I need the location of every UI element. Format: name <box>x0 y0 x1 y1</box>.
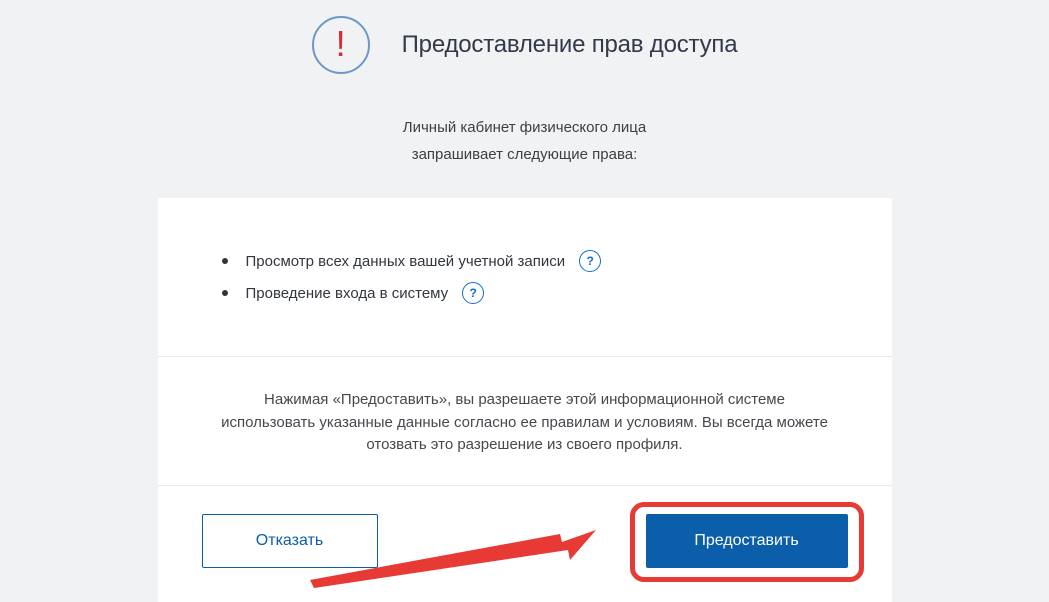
permission-text: Просмотр всех данных вашей учетной запис… <box>246 253 566 270</box>
actions-row: Отказать Предоставить <box>158 486 892 602</box>
help-icon[interactable]: ? <box>462 282 484 304</box>
subtitle: Личный кабинет физического лица запрашив… <box>0 114 1049 168</box>
permissions-list: Просмотр всех данных вашей учетной запис… <box>158 198 892 357</box>
permission-text: Проведение входа в систему <box>246 285 449 302</box>
page-title: Предоставление прав доступа <box>402 31 738 59</box>
consent-card: Просмотр всех данных вашей учетной запис… <box>158 198 892 602</box>
bullet-icon <box>222 290 228 296</box>
permission-item: Проведение входа в систему ? <box>222 282 844 304</box>
help-icon[interactable]: ? <box>579 250 601 272</box>
header: ! Предоставление прав доступа <box>0 0 1049 84</box>
subtitle-line-1: Личный кабинет физического лица <box>0 114 1049 141</box>
allow-button[interactable]: Предоставить <box>646 514 848 568</box>
disclaimer-text: Нажимая «Предоставить», вы разрешаете эт… <box>158 357 892 486</box>
deny-button[interactable]: Отказать <box>202 514 378 568</box>
alert-icon: ! <box>312 16 370 74</box>
permission-item: Просмотр всех данных вашей учетной запис… <box>222 250 844 272</box>
exclamation-mark: ! <box>336 26 346 62</box>
bullet-icon <box>222 258 228 264</box>
subtitle-line-2: запрашивает следующие права: <box>0 141 1049 168</box>
